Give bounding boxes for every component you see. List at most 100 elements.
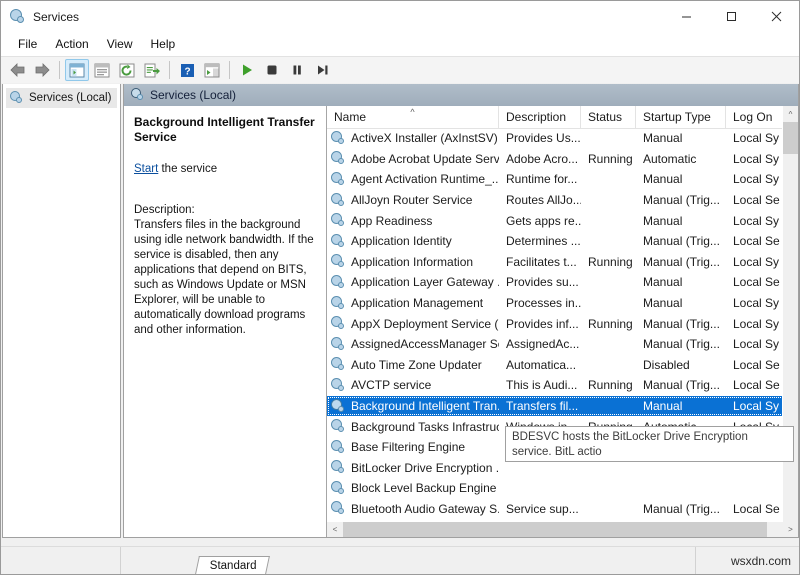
cell-description: Transfers fil... xyxy=(499,399,581,413)
export-list-button[interactable] xyxy=(140,59,164,81)
service-gear-icon xyxy=(331,357,346,372)
services-gear-icon xyxy=(10,9,26,25)
column-header-name[interactable]: Name ^ xyxy=(327,106,499,128)
service-name-label: BitLocker Drive Encryption ... xyxy=(351,461,499,475)
cell-name: Auto Time Zone Updater xyxy=(327,357,499,372)
service-name-label: Bluetooth Audio Gateway S... xyxy=(351,502,499,516)
show-action-pane-button[interactable] xyxy=(200,59,224,81)
scroll-left-icon[interactable]: < xyxy=(327,522,343,537)
toolbar-separator xyxy=(229,61,230,79)
table-row[interactable]: ActiveX Installer (AxInstSV)Provides Us.… xyxy=(327,128,798,149)
cell-logon: Local Sy xyxy=(726,131,786,145)
table-row[interactable]: Adobe Acrobat Update Serv...Adobe Acro..… xyxy=(327,149,798,170)
service-gear-icon xyxy=(331,193,346,208)
service-gear-icon xyxy=(331,337,346,352)
restart-service-button[interactable] xyxy=(310,59,334,81)
service-name-label: AssignedAccessManager Se... xyxy=(351,337,499,351)
cell-logon: Local Sy xyxy=(726,399,786,413)
services-window: Services File Action View Help xyxy=(0,0,800,575)
start-service-link[interactable]: Start xyxy=(134,163,158,175)
scroll-up-icon[interactable]: ^ xyxy=(783,106,798,122)
table-row[interactable]: AVCTP serviceThis is Audi...RunningManua… xyxy=(327,375,798,396)
cell-logon: Local Se xyxy=(726,378,786,392)
back-button[interactable] xyxy=(5,59,29,81)
cell-startup: Manual (Trig... xyxy=(636,378,726,392)
menu-file[interactable]: File xyxy=(9,33,46,55)
service-gear-icon xyxy=(331,151,346,166)
table-row[interactable]: Application ManagementProcesses in...Man… xyxy=(327,293,798,314)
service-name-label: AVCTP service xyxy=(351,378,431,392)
column-header-startup-type[interactable]: Startup Type xyxy=(636,106,726,128)
service-name-label: Block Level Backup Engine ... xyxy=(351,481,499,495)
table-row[interactable]: AppX Deployment Service (...Provides inf… xyxy=(327,313,798,334)
table-row[interactable]: AllJoyn Router ServiceRoutes AllJo...Man… xyxy=(327,190,798,211)
cell-logon: Local Sy xyxy=(726,214,786,228)
table-row[interactable]: Agent Activation Runtime_...Runtime for.… xyxy=(327,169,798,190)
cell-logon: Local Se xyxy=(726,193,786,207)
table-row[interactable]: Application InformationFacilitates t...R… xyxy=(327,252,798,273)
service-name-label: AppX Deployment Service (... xyxy=(351,317,499,331)
service-name-label: Application Information xyxy=(351,255,473,269)
tree-item-services-local[interactable]: Services (Local) xyxy=(6,88,117,108)
cell-logon: Local Sy xyxy=(726,152,786,166)
properties-button[interactable] xyxy=(90,59,114,81)
table-row[interactable]: Application IdentityDetermines ...Manual… xyxy=(327,231,798,252)
column-header-description[interactable]: Description xyxy=(499,106,581,128)
table-row[interactable]: App ReadinessGets apps re...ManualLocal … xyxy=(327,210,798,231)
show-hide-console-tree-button[interactable] xyxy=(65,59,89,81)
service-name-label: Application Layer Gateway ... xyxy=(351,275,499,289)
cell-startup: Manual xyxy=(636,296,726,310)
start-service-button[interactable] xyxy=(235,59,259,81)
table-row[interactable]: Block Level Backup Engine ... xyxy=(327,478,798,499)
cell-description: Gets apps re... xyxy=(499,214,581,228)
minimize-button[interactable] xyxy=(664,1,709,32)
svg-text:?: ? xyxy=(184,66,190,77)
vertical-scrollbar-thumb[interactable] xyxy=(783,122,798,154)
table-row[interactable]: Bluetooth Audio Gateway S...Service sup.… xyxy=(327,499,798,520)
menu-view[interactable]: View xyxy=(98,33,142,55)
cell-logon: Local Se xyxy=(726,275,786,289)
service-gear-icon xyxy=(331,399,346,414)
column-header-name-label: Name xyxy=(334,110,366,124)
horizontal-scrollbar[interactable]: < xyxy=(327,521,783,537)
cell-startup: Manual (Trig... xyxy=(636,234,726,248)
tab-standard-label: Standard xyxy=(210,560,257,572)
cell-name: Application Layer Gateway ... xyxy=(327,275,499,290)
help-button[interactable]: ? xyxy=(175,59,199,81)
cell-logon: Local Sy xyxy=(726,296,786,310)
tree-item-label: Services (Local) xyxy=(29,92,111,104)
menu-action[interactable]: Action xyxy=(46,33,97,55)
toolbar-separator xyxy=(59,61,60,79)
service-name-label: App Readiness xyxy=(351,214,432,228)
table-row[interactable]: AssignedAccessManager Se...AssignedAc...… xyxy=(327,334,798,355)
refresh-button[interactable] xyxy=(115,59,139,81)
cell-startup: Manual xyxy=(636,172,726,186)
table-row[interactable]: Application Layer Gateway ...Provides su… xyxy=(327,272,798,293)
service-gear-icon xyxy=(331,460,346,475)
column-header-status[interactable]: Status xyxy=(581,106,636,128)
service-detail-title: Background Intelligent Transfer Service xyxy=(134,115,316,145)
service-gear-icon xyxy=(331,254,346,269)
service-gear-icon xyxy=(331,234,346,249)
maximize-button[interactable] xyxy=(709,1,754,32)
tab-standard[interactable]: Standard xyxy=(195,556,270,574)
table-row[interactable]: Background Intelligent Tran...Transfers … xyxy=(327,396,798,417)
column-header-log-on-label: Log On xyxy=(733,110,772,124)
cell-name: Application Identity xyxy=(327,234,499,249)
cell-startup: Manual (Trig... xyxy=(636,337,726,351)
stop-service-button[interactable] xyxy=(260,59,284,81)
pause-service-button[interactable] xyxy=(285,59,309,81)
cell-name: Adobe Acrobat Update Serv... xyxy=(327,151,499,166)
scrollbar-corner[interactable]: > xyxy=(783,522,798,537)
service-name-label: Adobe Acrobat Update Serv... xyxy=(351,152,499,166)
sort-ascending-icon: ^ xyxy=(410,107,414,117)
menu-help[interactable]: Help xyxy=(142,33,185,55)
services-rows: ActiveX Installer (AxInstSV)Provides Us.… xyxy=(327,128,798,537)
forward-button[interactable] xyxy=(30,59,54,81)
table-row[interactable]: Auto Time Zone UpdaterAutomatica...Disab… xyxy=(327,355,798,376)
horizontal-scrollbar-thumb[interactable] xyxy=(343,522,767,537)
close-button[interactable] xyxy=(754,1,799,32)
vertical-scrollbar[interactable]: ^ ∨ xyxy=(782,106,798,537)
column-header-log-on[interactable]: Log On xyxy=(726,106,786,128)
cell-startup: Manual (Trig... xyxy=(636,317,726,331)
